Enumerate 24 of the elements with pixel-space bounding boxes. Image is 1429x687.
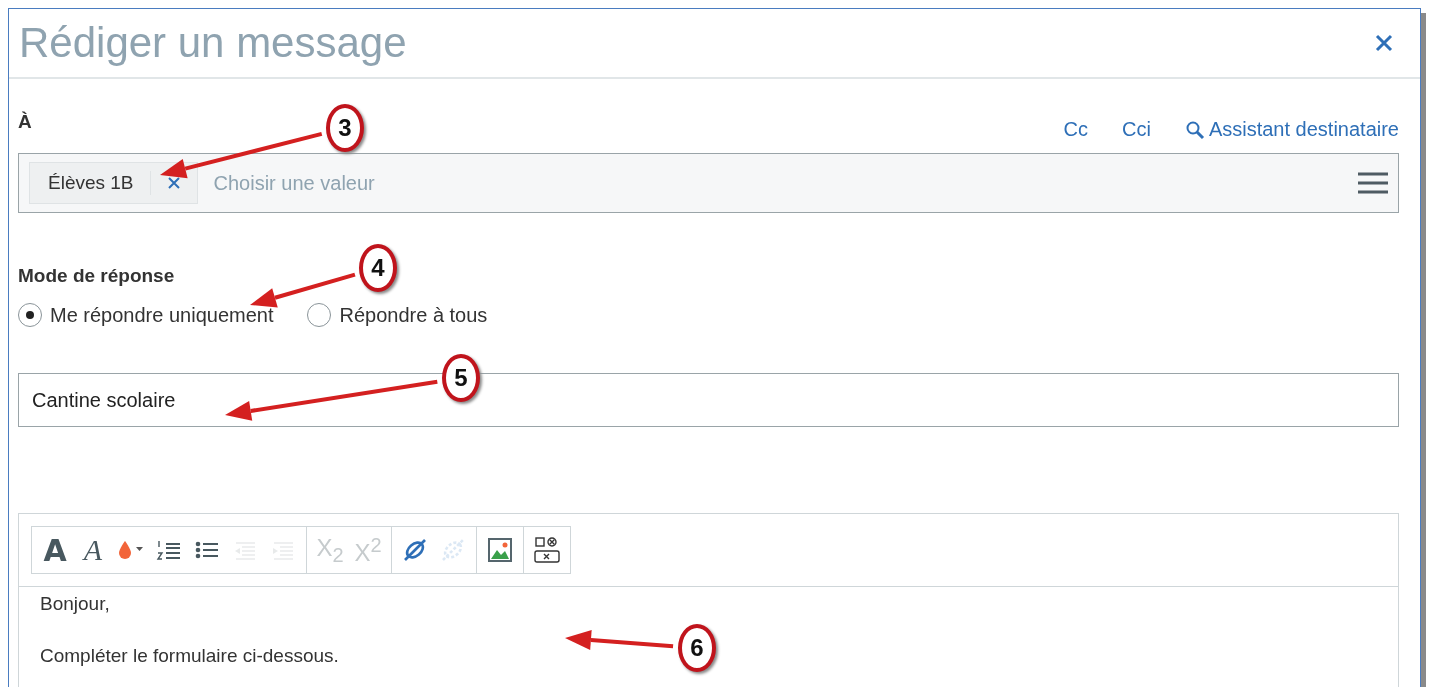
close-icon[interactable] [1374,33,1394,53]
recipient-field[interactable]: Élèves 1B Choisir une valeur [18,153,1399,213]
reply-mode-label: Mode de réponse [18,265,175,287]
reply-option[interactable]: Me répondre uniquement [18,303,274,327]
radio-button[interactable] [307,303,332,327]
recipient-assistant-link[interactable]: Assistant destinataire [1184,118,1399,141]
italic-button[interactable]: A [74,527,112,573]
numbered-list-icon [156,538,182,562]
chip-label: Élèves 1B [30,171,151,195]
recipient-placeholder: Choisir une valeur [213,171,376,195]
message-text: Bonjour, [40,593,110,615]
copy-link[interactable]: Cc [1063,118,1088,141]
bold-button[interactable]: A [36,527,74,573]
search-icon [1184,119,1205,140]
menu-icon[interactable] [1358,172,1388,194]
dialog-title: Rédiger un message [19,19,407,67]
radio-button[interactable] [18,303,42,327]
reply-option[interactable]: Répondre à tous [307,303,488,327]
image-icon [487,537,513,563]
recipient-label: À [18,111,32,133]
message-text: Compléter le formulaire ci-dessous. [40,645,339,667]
field-icon [532,535,562,565]
remove-icon[interactable] [166,176,181,190]
copy-link[interactable]: Cci [1122,118,1151,141]
